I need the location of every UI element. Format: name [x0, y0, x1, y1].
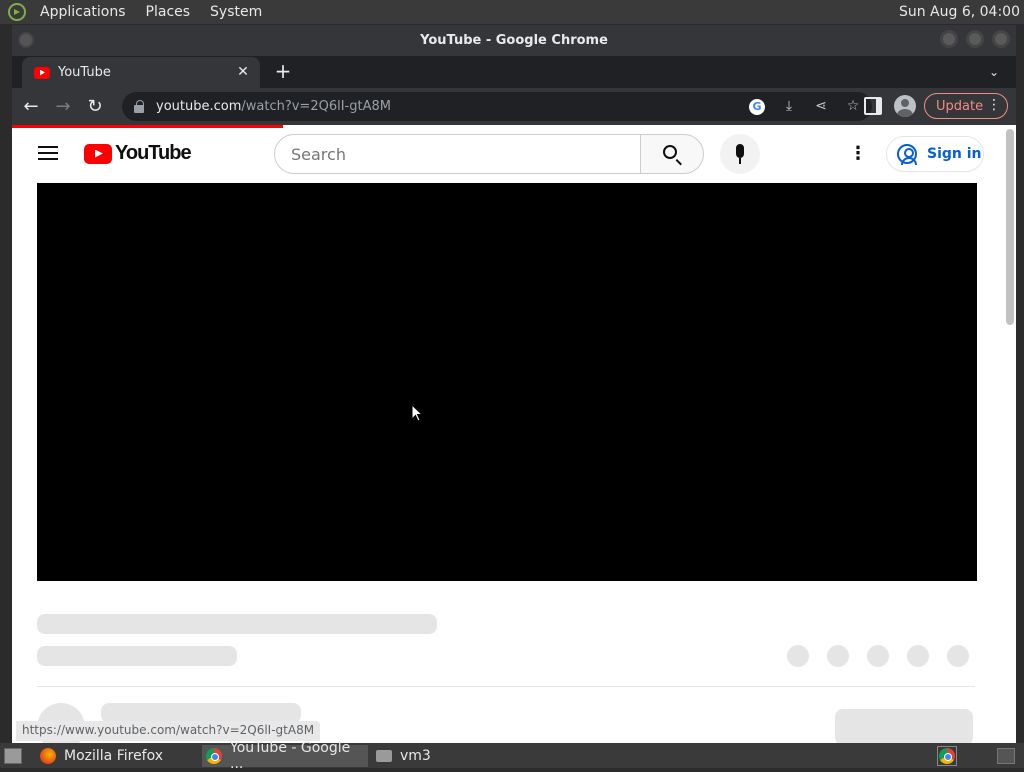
action-placeholder-2	[827, 645, 849, 667]
youtube-play-logo-icon	[84, 143, 112, 164]
clock[interactable]: Sun Aug 6, 04:00	[899, 4, 1020, 20]
update-button[interactable]: Update ⋮	[924, 93, 1008, 119]
tab-title: YouTube	[58, 65, 111, 80]
maximize-button[interactable]	[966, 30, 984, 48]
browser-toolbar: ← → ↻ youtube.com/watch?v=2Q6lI-gtA8M G …	[12, 88, 1016, 125]
search-input[interactable]: Search	[274, 134, 641, 174]
action-placeholder-3	[867, 645, 889, 667]
distro-logo-icon[interactable]	[8, 3, 26, 21]
sign-in-label: Sign in	[927, 146, 982, 162]
taskbar-chrome[interactable]: YouTube - Google ...	[202, 740, 368, 772]
tray-chrome-icon	[939, 748, 955, 764]
new-tab-button[interactable]: +	[271, 60, 295, 84]
account-circle-icon	[897, 144, 917, 165]
reload-button[interactable]: ↻	[82, 94, 108, 120]
url-path: /watch?v=2Q6lI-gtA8M	[241, 99, 391, 114]
chrome-window: YouTube - Google Chrome YouTube ✕ + ⌄ ← …	[12, 25, 1016, 743]
tab-strip: YouTube ✕ + ⌄	[12, 56, 1016, 88]
window-menu-icon[interactable]	[18, 32, 34, 48]
youtube-logo[interactable]: YouTube	[84, 142, 192, 165]
taskbar-vm3-label: vm3	[400, 748, 431, 764]
close-window-button[interactable]	[992, 30, 1010, 48]
search-placeholder: Search	[291, 144, 346, 164]
window-titlebar[interactable]: YouTube - Google Chrome	[12, 25, 1016, 56]
button-placeholder	[835, 709, 973, 743]
show-desktop-icon[interactable]	[4, 747, 22, 764]
bookmark-star-icon[interactable]: ☆	[842, 95, 864, 117]
bottom-taskbar: Mozilla Firefox YouTube - Google ... vm3	[0, 740, 1024, 772]
channel-placeholder	[37, 646, 237, 666]
tab-search-button[interactable]: ⌄	[984, 62, 1004, 82]
forward-button[interactable]: →	[50, 94, 76, 120]
chrome-menu-icon[interactable]: ⋮	[987, 97, 1001, 113]
workspace-switcher[interactable]	[997, 748, 1015, 764]
side-panel-icon[interactable]	[864, 97, 882, 115]
profile-avatar-icon[interactable]	[894, 95, 916, 117]
back-button[interactable]: ←	[18, 94, 44, 120]
google-g-icon: G	[749, 99, 765, 115]
sign-in-button[interactable]: Sign in	[886, 136, 984, 172]
search-icon	[663, 145, 677, 159]
hamburger-menu-icon[interactable]	[38, 146, 58, 160]
youtube-favicon-icon	[34, 66, 50, 79]
action-placeholder-5	[947, 645, 969, 667]
settings-more-icon[interactable]: ⋮	[848, 144, 868, 164]
system-top-panel: Applications Places System Sun Aug 6, 04…	[0, 0, 1024, 24]
lock-icon[interactable]	[134, 99, 144, 113]
minimize-button[interactable]	[940, 30, 958, 48]
content-divider	[37, 686, 975, 687]
youtube-header: YouTube Search ⋮ Sign in	[12, 128, 1016, 180]
comment-placeholder	[101, 703, 301, 723]
chrome-icon	[206, 748, 222, 764]
menu-applications[interactable]: Applications	[34, 4, 132, 20]
url-text[interactable]: youtube.com/watch?v=2Q6lI-gtA8M	[156, 99, 391, 114]
mouse-cursor-icon	[411, 404, 423, 422]
close-tab-icon[interactable]: ✕	[234, 63, 252, 81]
firefox-icon	[40, 748, 56, 764]
share-icon[interactable]: ⋖	[810, 95, 832, 117]
taskbar-vm3[interactable]: vm3	[372, 745, 492, 767]
web-page: YouTube Search ⋮ Sign in https://www.you…	[12, 125, 1016, 743]
action-placeholder-1	[787, 645, 809, 667]
action-placeholder-4	[907, 645, 929, 667]
taskbar-firefox-label: Mozilla Firefox	[64, 748, 164, 764]
voice-search-button[interactable]	[720, 134, 760, 174]
taskbar-chrome-label: YouTube - Google ...	[230, 740, 351, 772]
taskbar-firefox[interactable]: Mozilla Firefox	[36, 745, 198, 767]
search-button[interactable]	[640, 134, 704, 174]
menu-system[interactable]: System	[204, 4, 268, 20]
link-status-bubble: https://www.youtube.com/watch?v=2Q6lI-gt…	[16, 721, 321, 741]
title-placeholder	[37, 614, 437, 634]
update-label: Update	[936, 98, 984, 114]
video-player[interactable]	[37, 183, 977, 581]
window-title: YouTube - Google Chrome	[420, 33, 608, 48]
install-app-icon[interactable]: ⤓	[778, 95, 800, 117]
folder-icon	[376, 750, 392, 762]
tray-chrome[interactable]	[937, 746, 957, 766]
address-bar[interactable]: youtube.com/watch?v=2Q6lI-gtA8M G ⤓ ⋖ ☆	[122, 92, 872, 121]
google-lens-icon[interactable]: G	[746, 95, 768, 117]
tab-youtube[interactable]: YouTube ✕	[22, 57, 260, 88]
menu-places[interactable]: Places	[140, 4, 197, 20]
url-host: youtube.com	[156, 99, 242, 114]
youtube-logo-text: YouTube	[115, 142, 192, 164]
